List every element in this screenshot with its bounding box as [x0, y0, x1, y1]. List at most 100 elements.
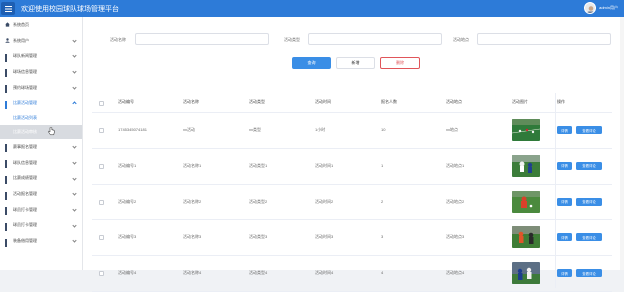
- home-icon: [5, 22, 10, 27]
- query-button[interactable]: 查询: [292, 57, 331, 69]
- sidebar-item-event-signup[interactable]: 赛事报名管理: [0, 139, 82, 155]
- search-label-activity-place: 活动地点: [453, 37, 469, 42]
- grid-icon: [5, 175, 10, 184]
- header-count: 报名人数: [381, 99, 397, 104]
- sidebar-item-team-info[interactable]: 球队信息管理: [0, 155, 82, 171]
- view-comments-button[interactable]: 查看评论: [576, 269, 602, 278]
- hamburger-icon: [4, 5, 12, 12]
- view-comments-button[interactable]: 查看评论: [576, 126, 602, 134]
- sidebar-item-player-checkin-2[interactable]: 球员打卡管理: [0, 218, 82, 234]
- grid-icon: [5, 160, 10, 169]
- delete-button[interactable]: 删除: [380, 57, 420, 69]
- hand-cursor-icon: [48, 127, 55, 136]
- menu-toggle-button[interactable]: [1, 2, 15, 15]
- sidebar-item-label: 球队新闻管理: [13, 53, 37, 59]
- activity-image: [512, 190, 540, 213]
- sidebar-item-match-activity[interactable]: 比赛活动管理: [0, 95, 82, 111]
- sidebar-item-label: 球员打卡管理: [13, 222, 37, 228]
- row-checkbox[interactable]: [99, 199, 104, 205]
- cell-code: 1745345074181: [118, 127, 147, 132]
- avatar[interactable]: [584, 2, 597, 14]
- chevron-down-icon: [72, 85, 77, 90]
- search-label-activity-name: 活动名称: [110, 37, 126, 42]
- view-comments-button[interactable]: 查看评论: [576, 233, 602, 242]
- grid-icon: [5, 191, 10, 200]
- sidebar-subitem-activity-list[interactable]: 比赛活动列表: [0, 111, 82, 125]
- grid-icon: [5, 144, 10, 153]
- row-checkbox[interactable]: [99, 128, 104, 133]
- sidebar-item-label: 球场信息管理: [13, 68, 37, 74]
- grid-icon: [5, 222, 10, 231]
- sidebar-subitem-activity-review[interactable]: 比赛活动审核: [0, 125, 82, 140]
- view-comments-button[interactable]: 查看评论: [576, 197, 602, 206]
- view-comments-button[interactable]: 查看评论: [576, 161, 602, 170]
- cell-time: 活动时间1: [315, 162, 334, 168]
- user-icon: [5, 38, 10, 43]
- cell-time: 1小时: [315, 127, 326, 132]
- search-label-activity-type: 活动类型: [284, 37, 300, 42]
- user-avatar-icon: [587, 6, 596, 13]
- sidebar-item-team-news[interactable]: 球队新闻管理: [0, 48, 82, 64]
- cell-place: 活动地点4: [446, 270, 465, 276]
- cell-count: 4: [381, 270, 384, 276]
- sidebar-item-system-users[interactable]: 系统用户: [0, 33, 82, 49]
- activity-type-input[interactable]: [308, 33, 442, 45]
- sidebar-item-equipment-borrow[interactable]: 装备借用管理: [0, 233, 82, 249]
- grid-icon: [5, 207, 10, 216]
- detail-button[interactable]: 详情: [557, 197, 572, 206]
- activity-image: [512, 262, 540, 285]
- cell-count: 10: [381, 127, 386, 132]
- header-name: 活动名称: [183, 99, 199, 104]
- chevron-down-icon: [72, 222, 77, 228]
- sidebar: 系统首页 系统用户 球队新闻管理 球场信息管理 预约球场管理 比赛活动管理 比赛…: [0, 17, 83, 270]
- cell-name: xx活动: [183, 127, 195, 132]
- sidebar-item-court-booking[interactable]: 预约球场管理: [0, 80, 82, 96]
- chevron-down-icon: [72, 238, 77, 243]
- chevron-down-icon: [72, 38, 77, 43]
- row-checkbox[interactable]: [99, 271, 104, 277]
- chevron-down-icon: [72, 175, 77, 181]
- table-header: 活动编号 活动名称 活动类型 活动时间 报名人数 活动地点 活动图片 操作: [92, 93, 612, 113]
- grid-icon: [5, 100, 10, 109]
- cell-place: xx地点: [446, 127, 458, 132]
- cell-name: 活动名称3: [183, 234, 202, 240]
- cell-code: 活动编号2: [118, 198, 137, 204]
- cell-name: 活动名称2: [183, 198, 202, 204]
- table-row: 活动编号2 活动名称2 活动类型2 活动时间2 2 活动地点2 详情 查看评论: [92, 185, 612, 221]
- user-menu[interactable]: admin用户: [584, 2, 618, 14]
- add-button[interactable]: 新增: [336, 57, 375, 69]
- header-image: 活动图片: [512, 99, 528, 104]
- detail-button[interactable]: 详情: [557, 161, 572, 170]
- select-all-checkbox[interactable]: [99, 101, 104, 106]
- sidebar-item-home[interactable]: 系统首页: [0, 17, 82, 33]
- grid-icon: [5, 69, 10, 78]
- cell-count: 1: [381, 162, 384, 168]
- sidebar-item-activity-signup[interactable]: 活动报名管理: [0, 186, 82, 202]
- row-checkbox[interactable]: [99, 163, 104, 169]
- row-checkbox[interactable]: [99, 235, 104, 241]
- sidebar-item-label: 比赛成绩管理: [13, 175, 37, 181]
- sidebar-item-court-info[interactable]: 球场信息管理: [0, 64, 82, 80]
- user-name: admin用户: [599, 5, 618, 10]
- sidebar-item-match-score[interactable]: 比赛成绩管理: [0, 171, 82, 187]
- top-bar: 欢迎使用校园球队球场管理平台 admin用户: [0, 0, 624, 17]
- detail-button[interactable]: 详情: [557, 233, 572, 242]
- cell-type: 活动类型3: [249, 234, 268, 240]
- detail-button[interactable]: 详情: [557, 126, 572, 134]
- cell-place: 活动地点3: [446, 234, 465, 240]
- sidebar-item-player-checkin[interactable]: 球员打卡管理: [0, 202, 82, 218]
- vertical-scrollbar[interactable]: [620, 17, 624, 270]
- search-bar: 活动名称 活动类型 活动地点: [83, 33, 624, 45]
- cell-place: 活动地点2: [446, 198, 465, 204]
- table-row: 活动编号4 活动名称4 活动类型4 活动时间4 4 活动地点4 详情 查看评论: [92, 256, 612, 292]
- app-title: 欢迎使用校园球队球场管理平台: [21, 5, 119, 13]
- cell-code: 活动编号1: [118, 162, 137, 168]
- detail-button[interactable]: 详情: [557, 269, 572, 278]
- activity-place-input[interactable]: [477, 33, 611, 45]
- cell-name: 活动名称1: [183, 162, 202, 168]
- table-row: 活动编号1 活动名称1 活动类型1 活动时间1 1 活动地点1 详情 查看评论: [92, 149, 612, 185]
- activity-image: [512, 154, 540, 177]
- activity-name-input[interactable]: [135, 33, 269, 45]
- sidebar-item-label: 赛事报名管理: [13, 143, 37, 149]
- cell-name: 活动名称4: [183, 270, 202, 276]
